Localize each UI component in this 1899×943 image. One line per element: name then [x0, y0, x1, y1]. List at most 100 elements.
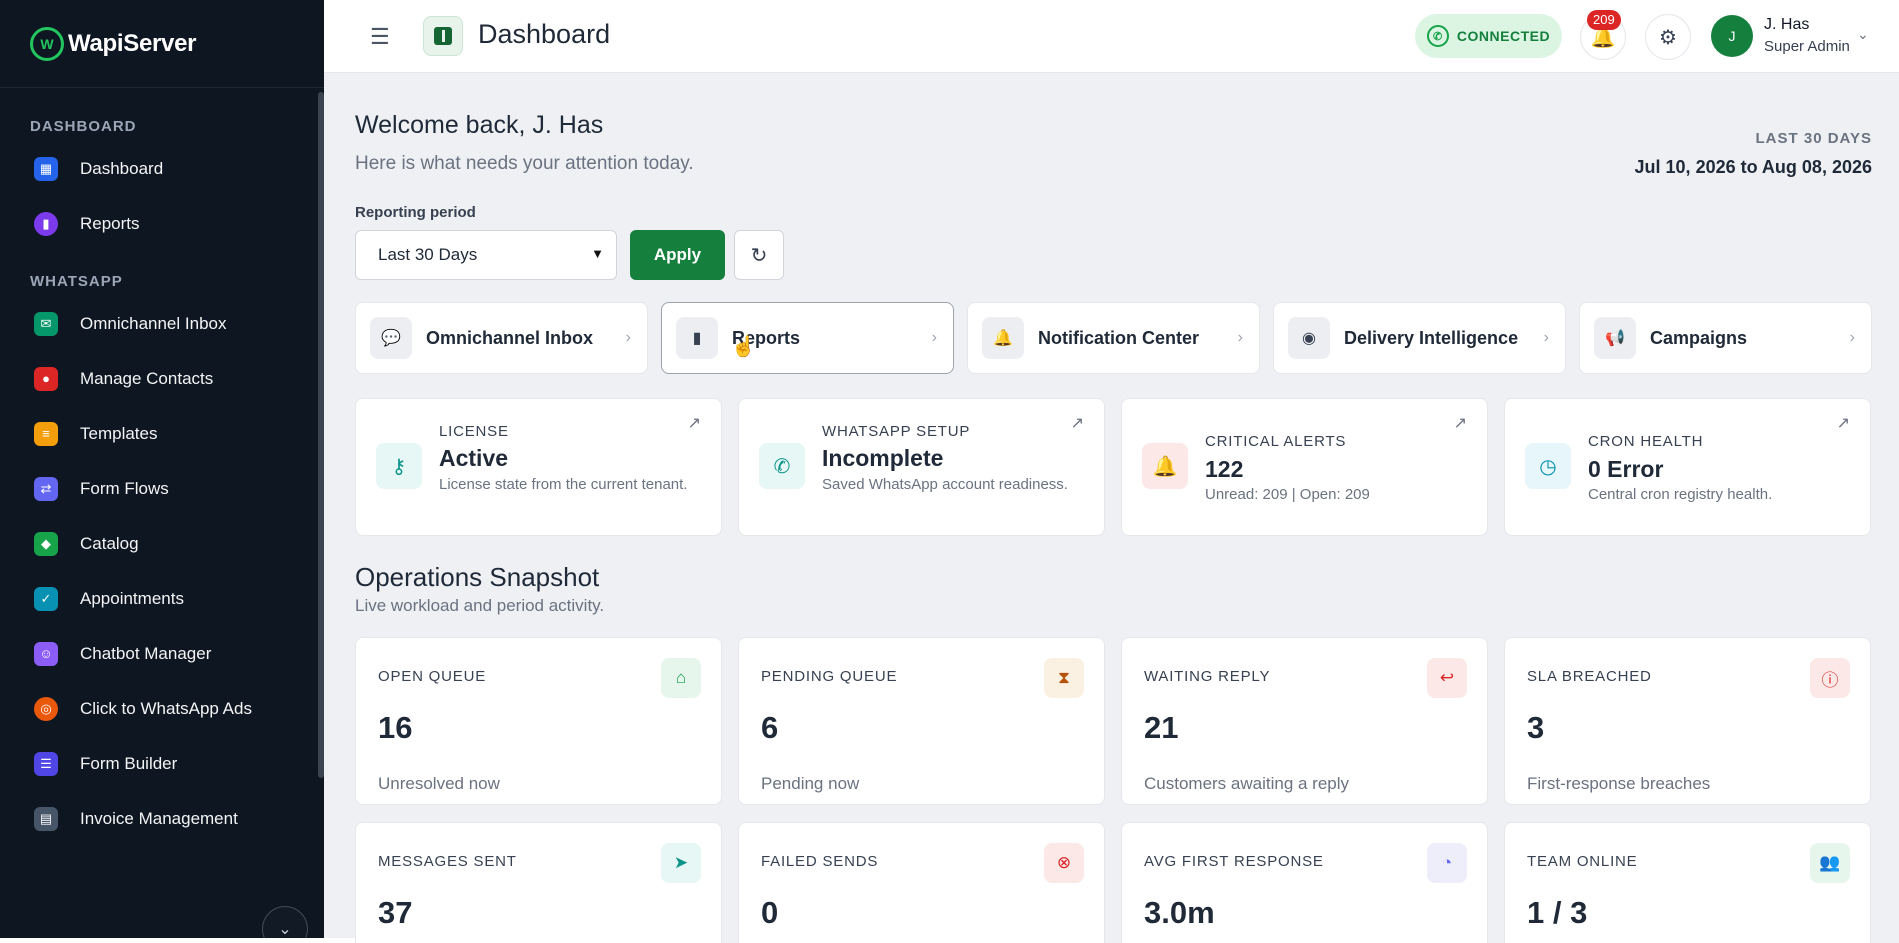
page-title: Dashboard — [478, 19, 611, 49]
settings-button[interactable]: ⚙ — [1645, 14, 1691, 60]
refresh-icon: ↻ — [750, 244, 768, 267]
metric-value: 1 / 3 — [1527, 895, 1588, 930]
quick-link-campaigns[interactable]: 📢 Campaigns › — [1579, 302, 1872, 374]
sidebar-scrollbar[interactable] — [318, 92, 324, 778]
chevron-down-icon: ⌄ — [278, 921, 292, 938]
connection-status-badge[interactable]: ✆ CONNECTED — [1415, 14, 1562, 58]
brand[interactable]: W WapiServer — [0, 0, 324, 88]
status-card-desc: License state from the current tenant. — [439, 476, 688, 493]
date-range-value: Jul 10, 2026 to Aug 08, 2026 — [1634, 157, 1872, 177]
document-icon: ≡ — [34, 421, 58, 446]
whatsapp-icon: ✆ — [759, 443, 805, 489]
reporting-period-select[interactable]: Last 30 Days ▼ — [355, 230, 617, 280]
refresh-button[interactable]: ↻ — [734, 230, 784, 280]
bell-icon: 🔔 — [982, 317, 1024, 359]
reporting-period-label: Reporting period — [355, 204, 476, 221]
status-card-value: Incomplete — [822, 445, 944, 471]
quick-link-notification-center[interactable]: 🔔 Notification Center › — [967, 302, 1260, 374]
avatar[interactable]: J — [1711, 15, 1753, 57]
metric-desc: First-response breaches — [1527, 774, 1711, 793]
bell-icon: 🔔 — [1142, 443, 1188, 489]
status-card-license: ⚷ LICENSE Active License state from the … — [355, 398, 722, 536]
metric-value: 37 — [378, 895, 413, 930]
connection-status-text: CONNECTED — [1456, 28, 1551, 44]
sidebar-item-invoice-management[interactable]: ▤ Invoice Management — [0, 791, 324, 846]
chevron-down-icon[interactable]: ⌄ — [1857, 26, 1869, 43]
broadcast-icon: ◉ — [1288, 317, 1330, 359]
status-card-value: Active — [439, 445, 509, 471]
sidebar-item-label: Omnichannel Inbox — [80, 313, 227, 333]
status-card-cron-health: ◷ CRON HEALTH 0 Error Central cron regis… — [1504, 398, 1871, 536]
menu-icon[interactable]: ☰ — [370, 24, 390, 50]
dashboard-icon — [423, 16, 463, 56]
sidebar-item-label: Manage Contacts — [80, 368, 214, 388]
reply-icon: ↩ — [1427, 658, 1467, 698]
sidebar: W WapiServer DASHBOARD ▦ Dashboard ▮ Rep… — [0, 0, 324, 943]
metric-card-open-queue: OPEN QUEUE 16 Unresolved now ⌂ — [355, 637, 722, 805]
chevron-right-icon: › — [1543, 329, 1549, 346]
status-card-desc: Central cron registry health. — [1588, 486, 1773, 503]
section-subtitle: Live workload and period activity. — [355, 596, 605, 615]
status-card-title: CRON HEALTH — [1588, 433, 1704, 450]
metric-card-waiting-reply: WAITING REPLY 21 Customers awaiting a re… — [1121, 637, 1488, 805]
contacts-icon: ● — [34, 366, 58, 391]
sidebar-item-label: Templates — [80, 423, 158, 443]
sidebar-item-form-flows[interactable]: ⇄ Form Flows — [0, 461, 324, 516]
megaphone-icon: 📢 — [1594, 317, 1636, 359]
sidebar-item-dashboard[interactable]: ▦ Dashboard — [0, 141, 324, 196]
chevron-right-icon: › — [1237, 329, 1243, 346]
sidebar-item-form-builder[interactable]: ☰ Form Builder — [0, 736, 324, 791]
apply-button[interactable]: Apply — [630, 230, 725, 280]
sidebar-item-reports[interactable]: ▮ Reports — [0, 196, 324, 251]
chevron-right-icon: › — [625, 329, 631, 346]
sidebar-item-templates[interactable]: ≡ Templates — [0, 406, 324, 461]
quick-link-label: Reports — [732, 327, 801, 348]
sidebar-item-manage-contacts[interactable]: ● Manage Contacts — [0, 351, 324, 406]
sidebar-item-chatbot-manager[interactable]: ☺ Chatbot Manager — [0, 626, 324, 681]
arrow-up-right-icon[interactable]: ↗ — [1071, 413, 1084, 433]
metric-label: SLA BREACHED — [1527, 668, 1652, 685]
sidebar-item-catalog[interactable]: ◆ Catalog — [0, 516, 324, 571]
key-icon: ⚷ — [376, 443, 422, 489]
status-card-title: WHATSAPP SETUP — [822, 423, 971, 440]
status-card-value: 122 — [1205, 456, 1244, 482]
metric-card-team-online: TEAM ONLINE 1 / 3 👥 — [1504, 822, 1871, 943]
chevron-right-icon: › — [1849, 329, 1855, 346]
sidebar-item-omnichannel-inbox[interactable]: ✉ Omnichannel Inbox — [0, 296, 324, 351]
metric-value: 21 — [1144, 710, 1179, 745]
quick-link-omnichannel-inbox[interactable]: 💬 Omnichannel Inbox › — [355, 302, 648, 374]
users-icon: 👥 — [1810, 843, 1850, 883]
inbox-icon: ⌂ — [661, 658, 701, 698]
metric-desc: Unresolved now — [378, 774, 500, 793]
quick-link-reports[interactable]: ▮ Reports › — [661, 302, 954, 374]
clock-icon: ◷ — [1525, 443, 1571, 489]
chat-icon: 💬 — [370, 317, 412, 359]
metric-value: 3.0m — [1144, 895, 1215, 930]
date-range-label: LAST 30 DAYS — [1755, 130, 1872, 147]
sidebar-item-appointments[interactable]: ✓ Appointments — [0, 571, 324, 626]
alert-circle-icon: ⓘ — [1810, 658, 1850, 698]
status-card-value: 0 Error — [1588, 456, 1664, 482]
arrow-up-right-icon[interactable]: ↗ — [1837, 413, 1850, 433]
calendar-icon: ✓ — [34, 586, 58, 611]
sidebar-item-label: Invoice Management — [80, 808, 238, 828]
sidebar-item-label: Chatbot Manager — [80, 643, 212, 663]
quick-link-label: Notification Center — [1038, 327, 1200, 348]
stopwatch-icon: ◔ — [1427, 843, 1467, 883]
bag-icon: ◆ — [34, 531, 58, 556]
status-card-title: CRITICAL ALERTS — [1205, 433, 1347, 450]
whatsapp-icon: ✆ — [1426, 25, 1449, 47]
user-role: Super Admin — [1764, 38, 1850, 55]
status-card-desc: Unread: 209 | Open: 209 — [1205, 486, 1370, 503]
quick-link-delivery-intelligence[interactable]: ◉ Delivery Intelligence › — [1273, 302, 1566, 374]
metric-value: 3 — [1527, 710, 1545, 745]
welcome-title: Welcome back, J. Has — [355, 111, 604, 139]
invoice-icon: ▤ — [34, 806, 58, 831]
gear-icon: ⚙ — [1659, 26, 1677, 49]
arrow-up-right-icon[interactable]: ↗ — [1454, 413, 1467, 433]
sidebar-section-title: DASHBOARD — [30, 118, 137, 135]
sidebar-item-click-to-whatsapp-ads[interactable]: ◎ Click to WhatsApp Ads — [0, 681, 324, 736]
robot-icon: ☺ — [34, 641, 58, 666]
arrow-up-right-icon[interactable]: ↗ — [688, 413, 701, 433]
user-name[interactable]: J. Has — [1764, 16, 1809, 34]
